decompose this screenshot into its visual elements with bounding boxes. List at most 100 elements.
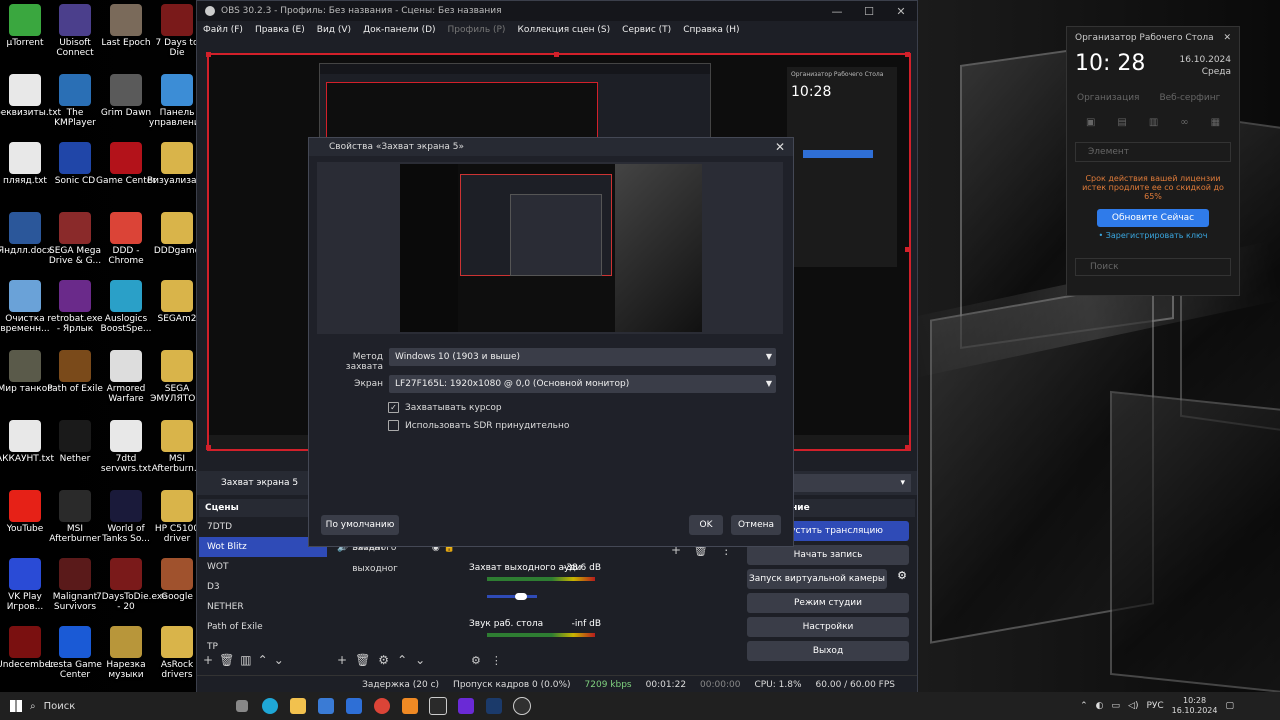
link-icon[interactable]: ∞ bbox=[1180, 117, 1188, 128]
app-icon[interactable] bbox=[452, 692, 480, 720]
mail-icon[interactable] bbox=[340, 692, 368, 720]
close-button[interactable]: ✕ bbox=[885, 5, 917, 18]
menu-item[interactable]: Правка (E) bbox=[255, 25, 305, 35]
organizer-tab-web[interactable]: Веб-серфинг bbox=[1159, 93, 1220, 103]
store-icon[interactable] bbox=[312, 692, 340, 720]
app-icon bbox=[161, 142, 193, 174]
resize-handle[interactable] bbox=[905, 247, 910, 252]
calculator-icon[interactable]: ▦ bbox=[1211, 117, 1220, 128]
move-down-icon[interactable]: ⌄ bbox=[415, 653, 425, 667]
capture-method-select[interactable]: Windows 10 (1903 и выше) ▼ bbox=[389, 348, 776, 366]
notifications-icon[interactable]: ▢ bbox=[1225, 701, 1234, 711]
app-icon bbox=[161, 558, 193, 590]
mixer-menu-icon[interactable]: ⋮ bbox=[491, 654, 502, 667]
screen-select[interactable]: LF27F165L: 1920x1080 @ 0,0 (Основной мон… bbox=[389, 375, 776, 393]
update-now-button[interactable]: Обновите Сейчас bbox=[1097, 209, 1209, 227]
capture-cursor-checkbox[interactable]: ✓ Захватывать курсор bbox=[388, 402, 502, 413]
scene-item[interactable]: WOT bbox=[199, 557, 327, 577]
volume-slider[interactable] bbox=[487, 595, 537, 598]
register-key-link[interactable]: • Зарегистрировать ключ bbox=[1067, 231, 1239, 240]
windows-start-icon[interactable] bbox=[10, 700, 22, 712]
tray-app-icon[interactable]: ◐ bbox=[1096, 701, 1104, 711]
menu-item[interactable]: Док-панели (D) bbox=[363, 25, 435, 35]
app-icon bbox=[161, 212, 193, 244]
dialog-close-icon[interactable]: ✕ bbox=[775, 140, 785, 154]
checkbox-unchecked-icon[interactable] bbox=[388, 420, 399, 431]
resize-handle[interactable] bbox=[905, 52, 910, 57]
move-up-icon[interactable]: ⌃ bbox=[258, 653, 268, 667]
volume-icon[interactable]: ◁) bbox=[1128, 701, 1138, 711]
box-icon[interactable]: ▥ bbox=[1149, 117, 1158, 128]
force-sdr-checkbox[interactable]: Использовать SDR принудительно bbox=[388, 420, 569, 431]
obs-titlebar[interactable]: OBS 30.2.3 - Профиль: Без названия - Сце… bbox=[197, 1, 917, 21]
taskbar-search[interactable]: ⌕ Поиск bbox=[30, 692, 220, 720]
chevron-down-icon: ▼ bbox=[765, 379, 772, 388]
obs-logo-icon bbox=[205, 6, 215, 16]
resize-handle[interactable] bbox=[554, 52, 559, 57]
scene-filter-icon[interactable]: ▥ bbox=[240, 653, 251, 667]
remove-scene-icon[interactable]: 🗑 bbox=[219, 653, 234, 667]
steam-icon[interactable] bbox=[480, 692, 508, 720]
organizer-element[interactable]: Элемент bbox=[1088, 147, 1129, 157]
menu-item[interactable]: Профиль (P) bbox=[448, 25, 506, 35]
obs-taskbar-icon[interactable] bbox=[508, 692, 536, 720]
organizer-date: 16.10.2024 bbox=[1179, 55, 1231, 65]
file-icon[interactable]: ▤ bbox=[1117, 117, 1126, 128]
scene-item[interactable]: NETHER bbox=[199, 597, 327, 617]
move-down-icon[interactable]: ⌄ bbox=[274, 653, 284, 667]
network-icon[interactable]: ▭ bbox=[1112, 701, 1121, 711]
studio-mode-button[interactable]: Режим студии bbox=[747, 593, 909, 613]
app-icon bbox=[59, 4, 91, 36]
maximize-button[interactable]: ☐ bbox=[853, 5, 885, 18]
organizer-tab-organize[interactable]: Организация bbox=[1077, 93, 1139, 103]
remove-source-icon[interactable]: 🗑 bbox=[355, 653, 370, 667]
keyboard-language[interactable]: РУС bbox=[1146, 701, 1163, 711]
organizer-search[interactable]: Поиск bbox=[1090, 262, 1119, 272]
menu-item[interactable]: Файл (F) bbox=[203, 25, 243, 35]
menu-item[interactable]: Вид (V) bbox=[317, 25, 351, 35]
chrome-icon[interactable] bbox=[368, 692, 396, 720]
resize-handle[interactable] bbox=[206, 445, 211, 450]
task-view-icon[interactable] bbox=[228, 692, 256, 720]
ok-button[interactable]: OK bbox=[689, 515, 723, 535]
resize-handle[interactable] bbox=[905, 445, 910, 450]
source-dropdown[interactable]: ▾ bbox=[791, 474, 911, 492]
menu-item[interactable]: Сервис (T) bbox=[622, 25, 671, 35]
scene-item[interactable]: Path of Exile bbox=[199, 617, 327, 637]
folder-icon[interactable]: ▣ bbox=[1086, 117, 1095, 128]
start-record-button[interactable]: Начать запись bbox=[747, 545, 909, 565]
volume-knob[interactable] bbox=[515, 593, 527, 600]
taskbar-date[interactable]: 16.10.2024 bbox=[1172, 706, 1218, 716]
taskbar-time[interactable]: 10:28 bbox=[1172, 696, 1218, 706]
virtual-camera-settings-icon[interactable]: ⚙ bbox=[897, 569, 907, 582]
mixer-settings-icon[interactable]: ⚙ bbox=[471, 654, 481, 667]
settings-button[interactable]: Настройки bbox=[747, 617, 909, 637]
scene-item[interactable]: D3 bbox=[199, 577, 327, 597]
organizer-close-icon[interactable]: ✕ bbox=[1223, 33, 1231, 43]
virtual-camera-button[interactable]: Запуск виртуальной камеры bbox=[747, 569, 887, 589]
minimize-button[interactable]: — bbox=[821, 5, 853, 18]
add-source-icon[interactable]: + bbox=[337, 653, 347, 667]
game-center-icon[interactable] bbox=[424, 692, 452, 720]
exit-button[interactable]: Выход bbox=[747, 641, 909, 661]
checkbox-checked-icon[interactable]: ✓ bbox=[388, 402, 399, 413]
dialog-preview-image bbox=[400, 164, 702, 332]
mixer-channel-name: Звук раб. стола bbox=[469, 619, 544, 629]
organizer-weekday: Среда bbox=[1201, 67, 1231, 77]
edge-icon[interactable] bbox=[256, 692, 284, 720]
vlc-icon[interactable] bbox=[396, 692, 424, 720]
tray-chevron-icon[interactable]: ⌃ bbox=[1080, 701, 1088, 711]
menu-item[interactable]: Справка (H) bbox=[683, 25, 739, 35]
dialog-titlebar[interactable]: Свойства «Захват экрана 5» ✕ bbox=[309, 138, 793, 156]
source-settings-icon[interactable]: ⚙ bbox=[378, 653, 389, 667]
defaults-button[interactable]: По умолчанию bbox=[321, 515, 399, 535]
app-icon bbox=[59, 420, 91, 452]
file-explorer-icon[interactable] bbox=[284, 692, 312, 720]
add-scene-icon[interactable]: + bbox=[203, 653, 213, 667]
resize-handle[interactable] bbox=[206, 52, 211, 57]
app-icon bbox=[59, 558, 91, 590]
cancel-button[interactable]: Отмена bbox=[731, 515, 781, 535]
app-icon bbox=[9, 558, 41, 590]
menu-item[interactable]: Коллекция сцен (S) bbox=[517, 25, 610, 35]
move-up-icon[interactable]: ⌃ bbox=[397, 653, 407, 667]
